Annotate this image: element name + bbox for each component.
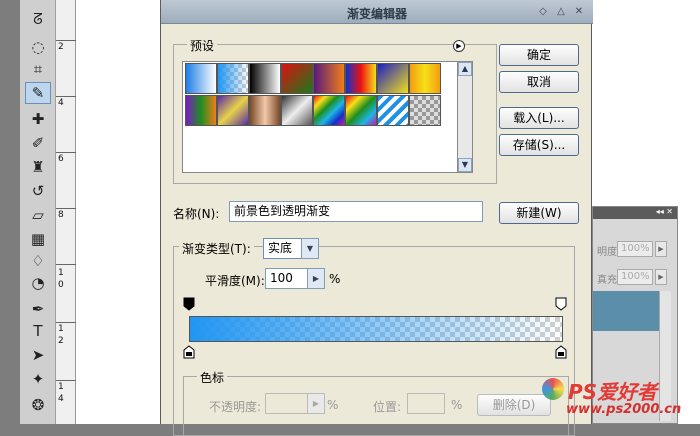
stop-opacity-input[interactable]: [265, 393, 309, 414]
type-icon[interactable]: T: [25, 320, 51, 342]
watermark: PS爱好者 www.ps2000.cn: [538, 374, 698, 422]
3d-rotate-icon[interactable]: ❂: [25, 394, 51, 416]
shape-icon[interactable]: ✦: [25, 368, 51, 390]
dodge-icon[interactable]: ◔: [25, 272, 51, 294]
dialog-titlebar[interactable]: 渐变编辑器 ◇ △ ✕: [161, 0, 593, 24]
preset-fg-to-transparent[interactable]: [217, 63, 249, 94]
pen-icon[interactable]: ✒: [25, 298, 51, 320]
ruler-mark: 4: [58, 394, 64, 404]
fill-arrow-icon[interactable]: ▶: [655, 269, 667, 285]
preset-transparent[interactable]: [409, 95, 441, 126]
color-stop-left[interactable]: [183, 345, 195, 359]
quick-select-icon[interactable]: ◌: [25, 36, 51, 58]
brush-icon[interactable]: ✐: [25, 132, 51, 154]
preset-red-green[interactable]: [281, 63, 313, 94]
type-label: 渐变类型(T):: [179, 240, 254, 260]
type-select-value: 实底: [268, 241, 293, 255]
ok-button[interactable]: 确定: [499, 44, 579, 66]
new-button[interactable]: 新建(W): [499, 202, 579, 224]
stops-label: 色标: [197, 369, 228, 386]
eyedropper-icon[interactable]: ✎: [25, 82, 51, 104]
preset-chrome[interactable]: [281, 95, 313, 126]
ruler-mark: 2: [58, 336, 64, 346]
watermark-title: PS爱好者: [568, 380, 658, 404]
opacity-input[interactable]: 100%: [617, 241, 653, 257]
preset-transparent-stripes[interactable]: [377, 95, 409, 126]
ruler-mark: 1: [58, 324, 64, 334]
lasso-icon[interactable]: ᘔ: [25, 8, 51, 30]
cancel-button[interactable]: 取消: [499, 71, 579, 93]
panel-titlebar[interactable]: ◂◂ ✕: [593, 207, 677, 219]
gradient-editor-dialog: 渐变编辑器 ◇ △ ✕ 预设 ▶ ▲ ▼ 确定 取消 载入(L)... 存储(S…: [160, 0, 593, 436]
ruler-mark: 2: [58, 42, 64, 52]
preset-swatches: [182, 61, 458, 173]
smoothness-input[interactable]: 100: [265, 268, 309, 289]
preset-black-white[interactable]: [249, 63, 281, 94]
ruler-mark: 1: [58, 268, 64, 278]
ruler-mark: 6: [58, 154, 64, 164]
scroll-down-icon[interactable]: ▼: [458, 158, 472, 172]
history-brush-icon[interactable]: ↺: [25, 180, 51, 202]
name-input[interactable]: 前景色到透明渐变: [229, 201, 483, 222]
percent-label: %: [329, 272, 341, 286]
expand-icon[interactable]: △: [555, 6, 567, 18]
smoothness-arrow-icon[interactable]: ▶: [307, 268, 325, 289]
opacity-stop-right[interactable]: [555, 297, 567, 311]
blur-icon[interactable]: ♢: [25, 250, 51, 272]
path-select-icon[interactable]: ➤: [25, 344, 51, 366]
stop-location-percent: %: [451, 398, 463, 412]
watermark-url: www.ps2000.cn: [566, 402, 682, 417]
presets-label: 预设: [187, 37, 218, 54]
fill-input[interactable]: 100%: [617, 269, 653, 285]
preset-transparent-rainbow[interactable]: [345, 95, 377, 126]
name-label: 名称(N):: [173, 207, 220, 221]
ruler-mark: 0: [58, 280, 64, 290]
stop-location-label: 位置:: [373, 400, 402, 414]
save-button[interactable]: 存储(S)...: [499, 134, 579, 156]
ruler-mark: 8: [58, 210, 64, 220]
gradient-tool-icon[interactable]: ▦: [25, 228, 51, 250]
crop-icon[interactable]: ⌗: [25, 58, 51, 80]
presets-menu-icon[interactable]: ▶: [453, 40, 465, 52]
stop-location-input[interactable]: [407, 393, 445, 414]
dialog-title: 渐变编辑器: [346, 7, 407, 21]
stop-opacity-label: 不透明度:: [209, 400, 262, 414]
preset-yellow-violet[interactable]: [217, 95, 249, 126]
load-button[interactable]: 载入(L)...: [499, 107, 579, 129]
preset-blue-red-yellow[interactable]: [345, 63, 377, 94]
preset-orange-yellow[interactable]: [409, 63, 441, 94]
ruler-mark: 4: [58, 98, 64, 108]
presets-scrollbar[interactable]: ▲ ▼: [457, 61, 473, 173]
gradient-bar[interactable]: [189, 316, 563, 342]
document-canvas[interactable]: [76, 0, 160, 424]
chevron-down-icon[interactable]: ▼: [301, 238, 319, 259]
close-icon[interactable]: ✕: [573, 6, 585, 18]
ruler-mark: 1: [58, 382, 64, 392]
tools-panel: ᘔ ◌ ⌗ ✎ ✚ ✐ ♜ ↺ ▱ ▦ ♢ ◔ ✒ T ➤ ✦ ❂: [20, 0, 56, 424]
scroll-up-icon[interactable]: ▲: [458, 62, 472, 76]
watermark-logo-icon: [542, 378, 564, 400]
stop-opacity-percent: %: [327, 398, 339, 412]
smoothness-label: 平滑度(M):: [205, 274, 265, 288]
layer-row-selected[interactable]: [593, 291, 659, 331]
preset-spectrum[interactable]: [313, 95, 345, 126]
vertical-ruler: 2 4 6 8 1 0 1 2 1 4: [56, 0, 76, 424]
preset-fg-to-bg[interactable]: [185, 63, 217, 94]
stamp-icon[interactable]: ♜: [25, 156, 51, 178]
collapse-icon[interactable]: ◇: [537, 6, 549, 18]
preset-violet-green-orange[interactable]: [185, 95, 217, 126]
preset-violet-orange[interactable]: [313, 63, 345, 94]
preset-blue-yellow-blue[interactable]: [377, 63, 409, 94]
stop-opacity-arrow-icon[interactable]: ▶: [307, 393, 325, 414]
opacity-stop-left[interactable]: [183, 297, 195, 311]
preset-copper[interactable]: [249, 95, 281, 126]
healing-brush-icon[interactable]: ✚: [25, 108, 51, 130]
color-stop-right[interactable]: [555, 345, 567, 359]
opacity-arrow-icon[interactable]: ▶: [655, 241, 667, 257]
eraser-icon[interactable]: ▱: [25, 204, 51, 226]
